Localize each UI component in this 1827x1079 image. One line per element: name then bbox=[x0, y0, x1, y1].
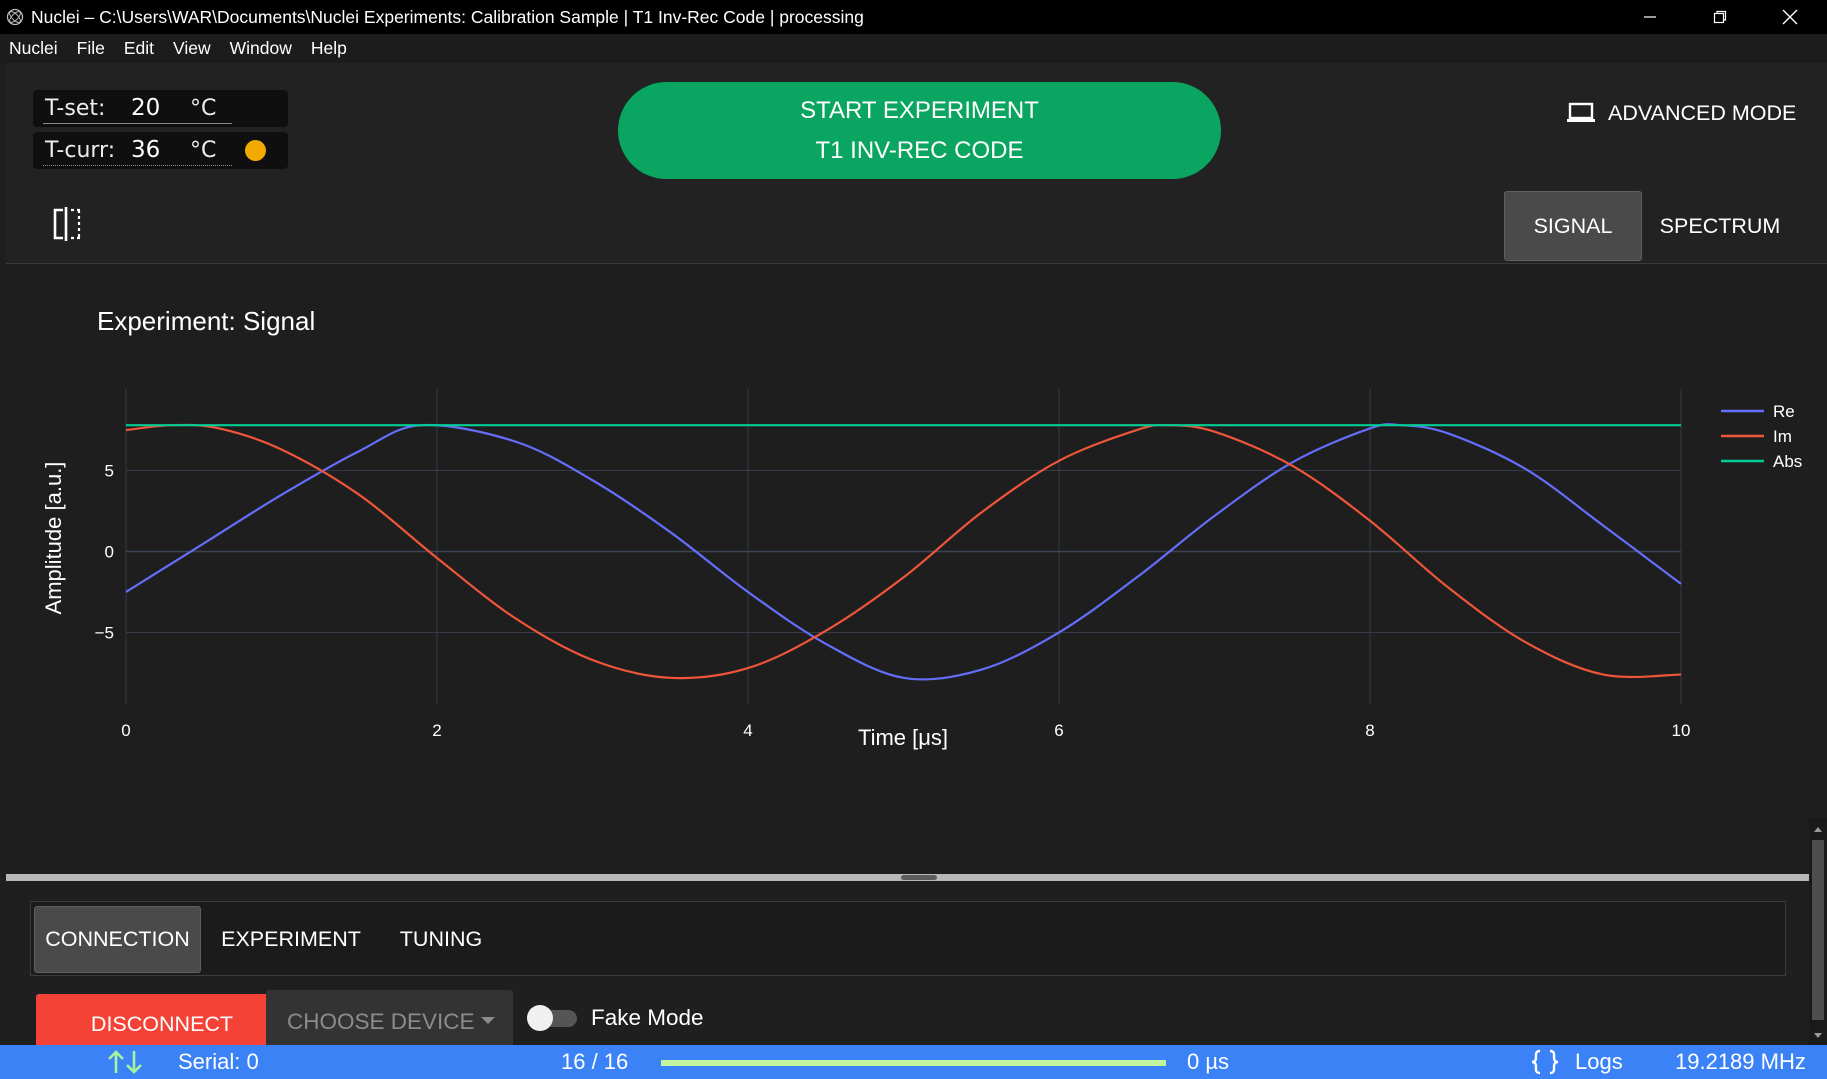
minimize-icon[interactable] bbox=[1615, 0, 1685, 34]
legend-label-im: Im bbox=[1773, 427, 1792, 446]
x-axis-label: Time [μs] bbox=[858, 725, 948, 750]
chevron-down-icon bbox=[481, 1017, 495, 1024]
x-tick-label: 6 bbox=[1054, 721, 1063, 740]
tab-experiment[interactable]: EXPERIMENT bbox=[211, 906, 371, 973]
start-button-line1: START EXPERIMENT bbox=[800, 96, 1039, 124]
scrollbar-thumb[interactable] bbox=[1812, 840, 1824, 1020]
t-set-value[interactable]: 20 bbox=[131, 95, 160, 121]
menu-nuclei[interactable]: Nuclei bbox=[9, 38, 58, 59]
advanced-mode-label: ADVANCED MODE bbox=[1608, 100, 1797, 125]
menu-window[interactable]: Window bbox=[230, 38, 292, 59]
bottom-tab-strip: CONNECTION EXPERIMENT TUNING bbox=[30, 901, 1786, 976]
temperature-status-dot bbox=[245, 140, 266, 161]
vertical-scrollbar[interactable] bbox=[1809, 818, 1827, 1045]
close-icon[interactable] bbox=[1755, 0, 1825, 34]
y-tick-label: −5 bbox=[95, 623, 114, 642]
nuclei-app-icon bbox=[5, 7, 25, 27]
tab-signal[interactable]: SIGNAL bbox=[1504, 191, 1642, 261]
y-tick-label: 0 bbox=[105, 543, 114, 562]
t-curr-field: T-curr: 36 °C bbox=[33, 132, 288, 169]
y-axis-label: Amplitude [a.u.] bbox=[41, 462, 66, 615]
frequency-readout: 19.2189 MHz bbox=[1675, 1049, 1806, 1074]
x-tick-label: 0 bbox=[121, 721, 130, 740]
split-view-icon[interactable] bbox=[52, 207, 82, 241]
elapsed-time: 0 µs bbox=[1187, 1049, 1230, 1074]
title-bar: Nuclei – C:\Users\WAR\Documents\Nuclei E… bbox=[0, 0, 1827, 34]
t-set-underline bbox=[43, 123, 232, 124]
window-title: Nuclei – C:\Users\WAR\Documents\Nuclei E… bbox=[31, 6, 864, 27]
tab-spectrum[interactable]: SPECTRUM bbox=[1649, 191, 1791, 261]
status-bar: Serial: 0 16 / 16 0 µs Logs 19.2189 MHz bbox=[0, 1045, 1827, 1079]
x-tick-label: 4 bbox=[743, 721, 752, 740]
advanced-mode-button[interactable]: ADVANCED MODE bbox=[1566, 98, 1796, 128]
chart-title: Experiment: Signal bbox=[97, 306, 315, 336]
t-curr-label: T-curr: bbox=[45, 138, 116, 163]
x-tick-label: 8 bbox=[1365, 721, 1374, 740]
start-button-line2: T1 INV-REC CODE bbox=[815, 136, 1024, 164]
menu-view[interactable]: View bbox=[173, 38, 211, 59]
legend-label-abs: Abs bbox=[1773, 452, 1802, 471]
tab-tuning[interactable]: TUNING bbox=[381, 906, 501, 973]
fake-mode-label: Fake Mode bbox=[591, 1005, 704, 1030]
y-tick-label: 5 bbox=[105, 462, 114, 481]
t-curr-underline bbox=[43, 165, 232, 166]
menu-help[interactable]: Help bbox=[311, 38, 347, 59]
t-set-field[interactable]: T-set: 20 °C bbox=[33, 90, 288, 127]
progress-bar bbox=[661, 1060, 1166, 1066]
x-tick-label: 10 bbox=[1672, 721, 1691, 740]
t-curr-unit: °C bbox=[190, 138, 217, 163]
braces-icon[interactable] bbox=[1530, 1049, 1560, 1075]
progress-bar-fill bbox=[661, 1060, 1166, 1066]
chart-grid bbox=[125, 389, 1682, 704]
transfer-arrows-icon[interactable] bbox=[105, 1049, 145, 1075]
tab-connection[interactable]: CONNECTION bbox=[34, 906, 201, 973]
signal-plot-panel: Experiment: Signal 0 2 4 6 8 10 −5 0 5 Time [μs]… bbox=[6, 263, 1827, 875]
progress-count: 16 / 16 bbox=[561, 1049, 629, 1074]
splitter-handle[interactable] bbox=[901, 875, 937, 880]
menu-edit[interactable]: Edit bbox=[124, 38, 154, 59]
legend-label-re: Re bbox=[1773, 402, 1795, 421]
toggle-knob bbox=[527, 1005, 553, 1031]
chart-legend[interactable]: Re Im Abs bbox=[1721, 402, 1802, 471]
t-set-label: T-set: bbox=[45, 96, 106, 121]
app-body: T-set: 20 °C T-curr: 36 °C START EXPERIM… bbox=[6, 63, 1827, 1045]
laptop-icon bbox=[1567, 102, 1595, 122]
t-curr-value: 36 bbox=[131, 137, 161, 163]
choose-device-placeholder: CHOOSE DEVICE bbox=[287, 1009, 475, 1034]
t-set-unit: °C bbox=[190, 96, 217, 121]
fake-mode-toggle[interactable] bbox=[527, 1005, 577, 1031]
x-tick-label: 2 bbox=[432, 721, 441, 740]
menu-bar: Nuclei File Edit View Window Help bbox=[0, 34, 1827, 63]
menu-file[interactable]: File bbox=[77, 38, 105, 59]
serial-status: Serial: 0 bbox=[178, 1049, 259, 1074]
signal-chart[interactable]: Experiment: Signal 0 2 4 6 8 10 −5 0 5 Time [μs]… bbox=[6, 264, 1827, 876]
chart-ticks: 0 2 4 6 8 10 −5 0 5 bbox=[95, 462, 1691, 740]
start-experiment-button[interactable]: START EXPERIMENT T1 INV-REC CODE bbox=[618, 82, 1221, 179]
logs-button[interactable]: Logs bbox=[1575, 1049, 1623, 1075]
restore-icon[interactable] bbox=[1685, 0, 1755, 34]
